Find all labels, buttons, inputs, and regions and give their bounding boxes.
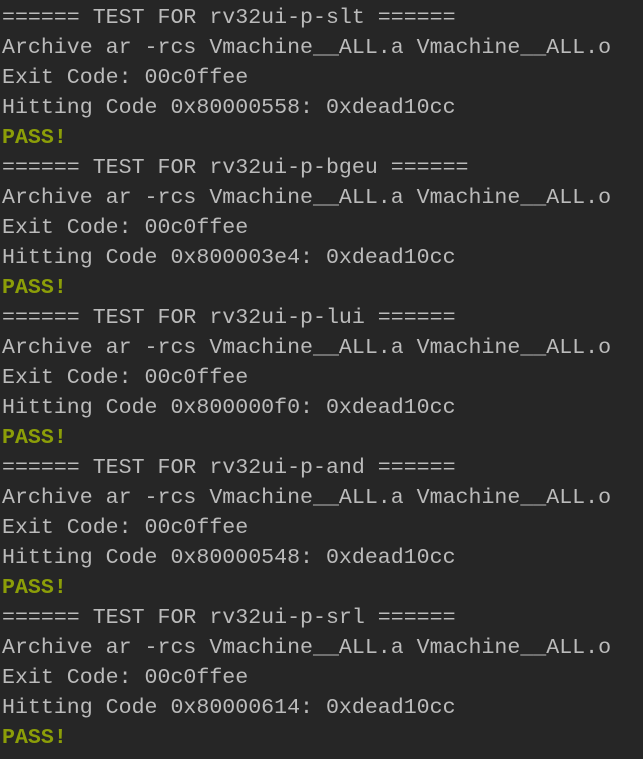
exit-code-line: Exit Code: 00c0ffee	[2, 666, 249, 690]
test-block: ====== TEST FOR rv32ui-p-bgeu ====== Arch…	[2, 153, 611, 303]
pass-result-line: PASS!	[2, 426, 67, 450]
hitting-code-line: Hitting Code 0x80000558: 0xdead10cc	[2, 96, 456, 120]
exit-code-line: Exit Code: 00c0ffee	[2, 216, 249, 240]
test-header-line: ====== TEST FOR rv32ui-p-srl ======	[2, 606, 456, 630]
archive-line: Archive ar -rcs Vmachine__ALL.a Vmachine…	[2, 486, 612, 510]
test-header-line: ====== TEST FOR rv32ui-p-and ======	[2, 456, 456, 480]
archive-line: Archive ar -rcs Vmachine__ALL.a Vmachine…	[2, 336, 612, 360]
exit-code-line: Exit Code: 00c0ffee	[2, 366, 249, 390]
pass-result-line: PASS!	[2, 576, 67, 600]
archive-line: Archive ar -rcs Vmachine__ALL.a Vmachine…	[2, 636, 612, 660]
hitting-code-line: Hitting Code 0x80000614: 0xdead10cc	[2, 696, 456, 720]
archive-line: Archive ar -rcs Vmachine__ALL.a Vmachine…	[2, 36, 612, 60]
archive-line: Archive ar -rcs Vmachine__ALL.a Vmachine…	[2, 186, 612, 210]
test-block: ====== TEST FOR rv32ui-p-and ====== Archi…	[2, 453, 611, 603]
exit-code-line: Exit Code: 00c0ffee	[2, 66, 249, 90]
pass-result-line: PASS!	[2, 276, 67, 300]
hitting-code-line: Hitting Code 0x800003e4: 0xdead10cc	[2, 246, 456, 270]
test-header-line: ====== TEST FOR rv32ui-p-lui ======	[2, 306, 456, 330]
hitting-code-line: Hitting Code 0x80000548: 0xdead10cc	[2, 546, 456, 570]
pass-result-line: PASS!	[2, 726, 67, 750]
terminal-output[interactable]: ====== TEST FOR rv32ui-p-slt ====== Archi…	[2, 3, 611, 753]
test-block: ====== TEST FOR rv32ui-p-lui ====== Archi…	[2, 303, 611, 453]
hitting-code-line: Hitting Code 0x800000f0: 0xdead10cc	[2, 396, 456, 420]
test-header-line: ====== TEST FOR rv32ui-p-slt ======	[2, 6, 456, 30]
test-block: ====== TEST FOR rv32ui-p-slt ====== Archi…	[2, 3, 611, 153]
test-header-line: ====== TEST FOR rv32ui-p-bgeu ======	[2, 156, 469, 180]
exit-code-line: Exit Code: 00c0ffee	[2, 516, 249, 540]
test-block: ====== TEST FOR rv32ui-p-srl ====== Archi…	[2, 603, 611, 753]
pass-result-line: PASS!	[2, 126, 67, 150]
